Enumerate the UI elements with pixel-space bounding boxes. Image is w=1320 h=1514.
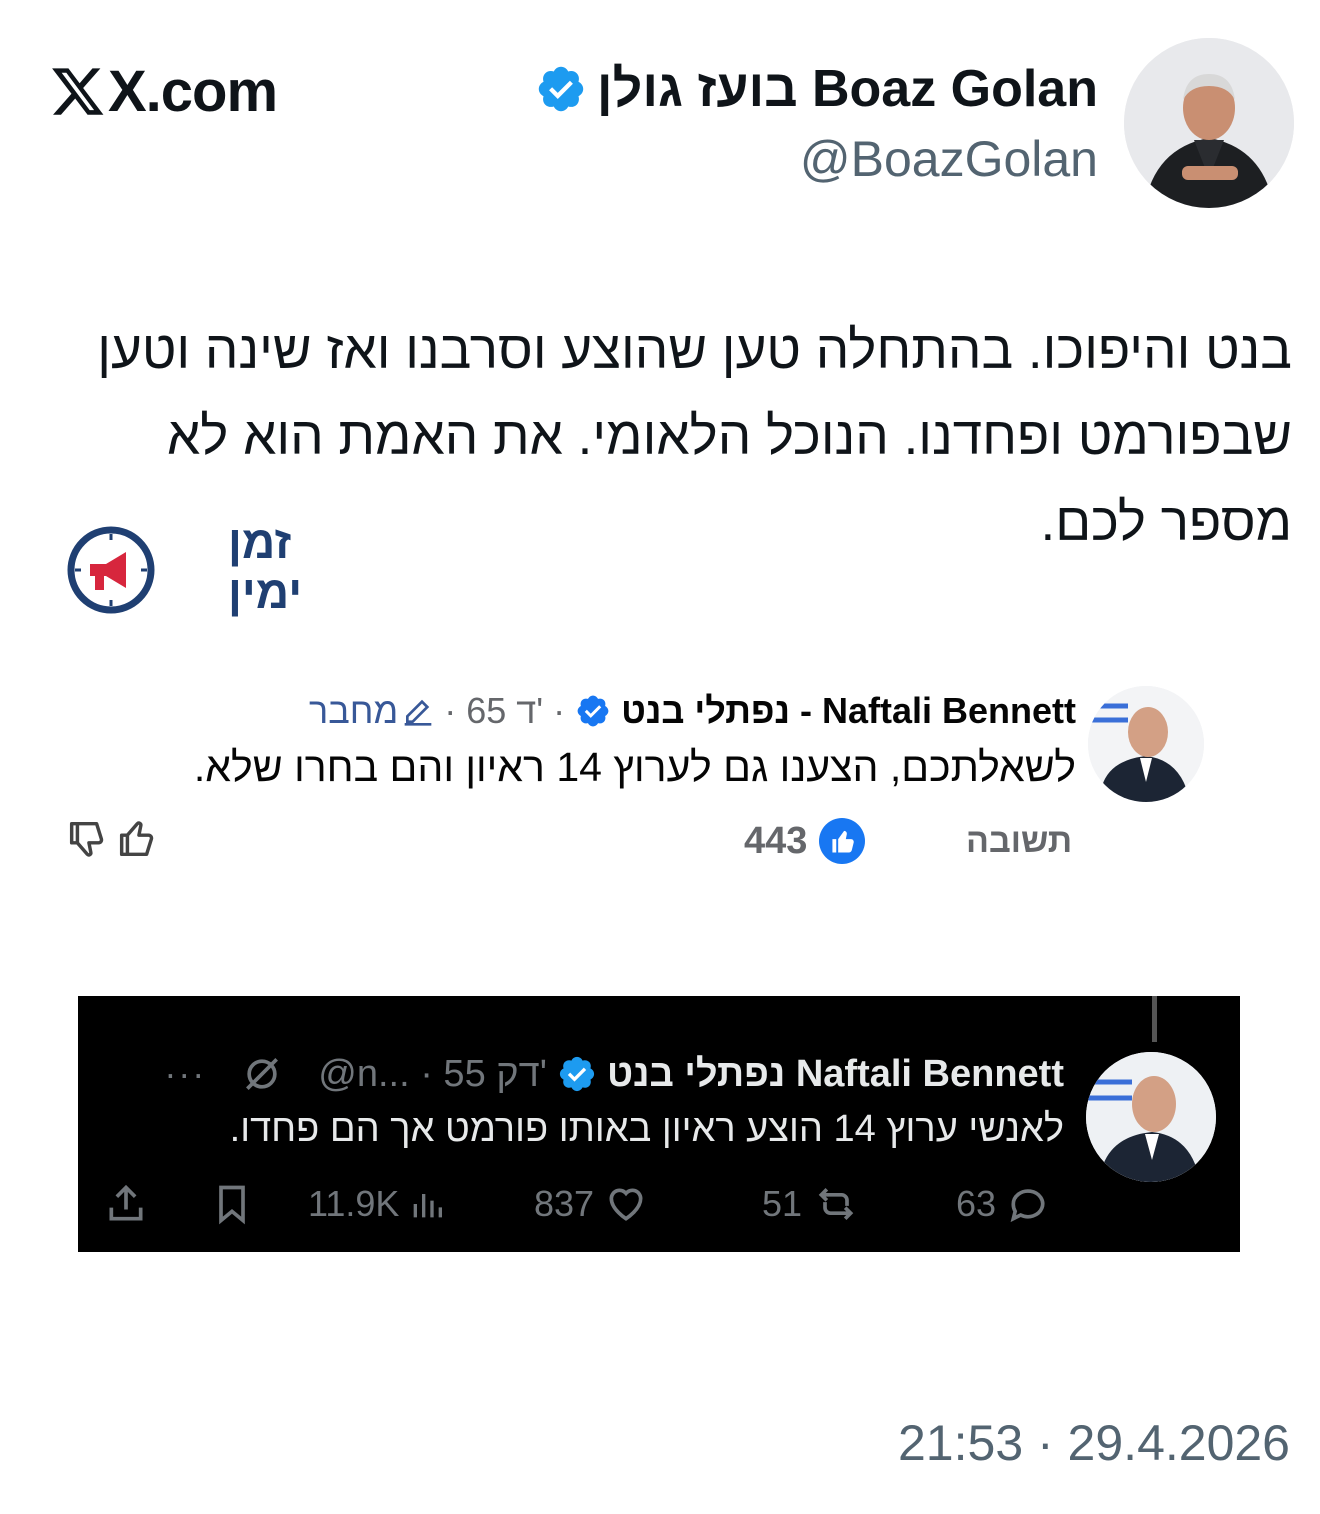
verified-badge-icon <box>538 66 584 112</box>
like-reaction-icon <box>819 818 866 864</box>
more-icon[interactable]: ··· <box>164 1053 206 1095</box>
embedded-tweet-card[interactable]: ··· @n... · 55 דק' נפתלי בנט Naftali Ben… <box>78 996 1240 1252</box>
facebook-comment-header: מחבר · 65 ד' · נפתלי בנט - Naftali Benne… <box>309 690 1076 732</box>
author-avatar[interactable] <box>1124 38 1294 208</box>
thumbs-buttons <box>64 816 160 862</box>
tweet-timestamp[interactable]: 21:53 · 29.4.2026 <box>898 1414 1290 1472</box>
edit-indicator[interactable]: מחבר <box>309 690 434 732</box>
embedded-tweet-avatar[interactable] <box>1086 1052 1216 1182</box>
bennett-photo <box>1086 1052 1216 1182</box>
grok-icon[interactable] <box>240 1052 284 1096</box>
site-brand[interactable]: X.com <box>50 58 278 124</box>
bennett-photo <box>1088 686 1204 802</box>
author-handle[interactable]: @BoazGolan <box>800 130 1098 188</box>
likes-count: 837 <box>534 1183 595 1224</box>
share-icon <box>109 1184 143 1221</box>
views-icon <box>414 1194 443 1218</box>
author-photo <box>1124 38 1294 208</box>
thread-line <box>1152 996 1157 1042</box>
embedded-tweet-header: ··· @n... · 55 דק' נפתלי בנט Naftali Ben… <box>164 1052 1064 1096</box>
x-logo-icon <box>52 68 104 115</box>
author-name[interactable]: בועז גולן Boaz Golan <box>597 59 1098 119</box>
facebook-comment-text: לשאלתכם, הצענו גם לערוץ 14 ראיון והם בחר… <box>193 744 1076 790</box>
thumbs-down-icon[interactable] <box>64 816 110 862</box>
verified-badge-icon <box>577 695 609 727</box>
repost-icon <box>818 1188 854 1220</box>
verified-badge-icon <box>559 1056 595 1092</box>
facebook-comment-avatar[interactable] <box>1088 686 1204 802</box>
bookmark-icon <box>219 1185 245 1225</box>
thumbs-up-icon[interactable] <box>114 816 160 862</box>
bookmark-button[interactable] <box>210 1174 254 1234</box>
repost-button[interactable]: 51 <box>762 1174 862 1234</box>
site-name: X.com <box>108 58 278 124</box>
embedded-tweet-actions: 11.9K 837 51 63 <box>78 1174 1240 1234</box>
embedded-tweet-author[interactable]: נפתלי בנט Naftali Bennett <box>607 1053 1064 1096</box>
like-button[interactable]: 837 <box>534 1174 650 1234</box>
reply-button[interactable]: תשובה <box>966 822 1072 861</box>
embedded-tweet-meta: @n... · 55 דק' <box>318 1052 548 1095</box>
like-count[interactable]: 443 <box>744 818 866 864</box>
pencil-icon <box>404 699 432 726</box>
author-name-row: בועז גולן Boaz Golan <box>535 54 1098 124</box>
channel-logo: זמן ימין <box>66 518 302 628</box>
share-button[interactable] <box>104 1174 148 1234</box>
comment-meta: · 65 ד' · <box>444 690 566 731</box>
views-button[interactable]: 11.9K <box>308 1174 447 1234</box>
views-count: 11.9K <box>308 1183 400 1224</box>
like-count-value: 443 <box>744 819 808 862</box>
replies-count: 63 <box>956 1183 997 1224</box>
reply-icon <box>1010 1189 1045 1223</box>
reply-button-dark[interactable]: 63 <box>956 1174 1052 1234</box>
embedded-tweet-text: לאנשי ערוץ 14 הוצע ראיון באותו פורמט אך … <box>229 1108 1064 1150</box>
logo-text-line1: זמן <box>228 516 292 568</box>
comment-author[interactable]: נפתלי בנט - Naftali Bennett <box>621 690 1076 732</box>
heart-icon <box>609 1188 643 1221</box>
megaphone-clock-icon <box>67 526 155 614</box>
edit-label: מחבר <box>309 690 399 731</box>
reposts-count: 51 <box>762 1183 803 1224</box>
logo-text-line2: ימין <box>228 566 303 618</box>
